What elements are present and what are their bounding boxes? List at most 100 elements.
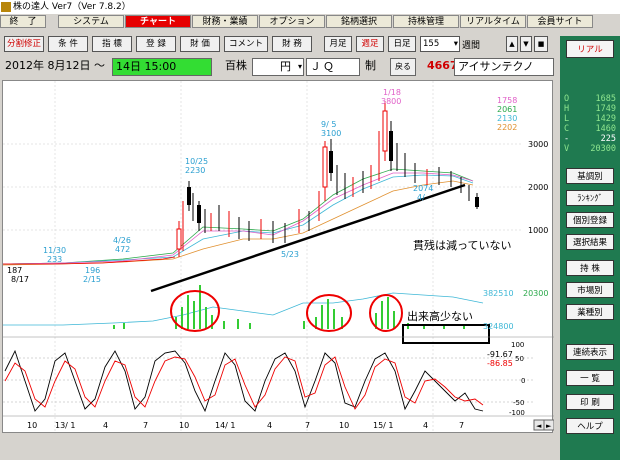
ma-value-2: 2061 bbox=[497, 105, 517, 114]
volume-highlight-3 bbox=[369, 294, 403, 332]
annot-5-23: 5/23 bbox=[281, 250, 299, 259]
currency-select[interactable]: 円 ▾ bbox=[252, 58, 304, 76]
individual-register-button[interactable]: 個別登録 bbox=[566, 212, 614, 228]
annot-187: 187 bbox=[7, 266, 22, 275]
x-tick-11: 7 bbox=[459, 421, 464, 430]
market-label: ＪＱ bbox=[306, 58, 360, 76]
ranking-button[interactable]: ﾗﾝｷﾝｸﾞ bbox=[566, 190, 614, 206]
price-tick-1000: 1000 bbox=[528, 226, 548, 235]
date-to: 14日 15:00 bbox=[112, 58, 212, 76]
chevron-down-icon: ▾ bbox=[453, 39, 458, 49]
osc-value-1: -91.67 bbox=[487, 350, 513, 359]
continuous-display-button[interactable]: 連続表示 bbox=[566, 344, 614, 360]
unit-label: 百株 bbox=[225, 59, 247, 72]
x-tick-4: 10 bbox=[179, 421, 189, 430]
x-tick-8: 10 bbox=[339, 421, 349, 430]
x-tick-2: 4 bbox=[103, 421, 108, 430]
currency-value: 円 bbox=[280, 60, 291, 73]
osc-value-2: -86.85 bbox=[487, 359, 513, 368]
menu-member-site[interactable]: 会員サイト bbox=[527, 15, 593, 28]
type-label: 制 bbox=[365, 59, 376, 72]
holdings-button[interactable]: 持 株 bbox=[566, 260, 614, 276]
price-tick-3000: 3000 bbox=[528, 140, 548, 149]
register-button[interactable]: 登 録 bbox=[136, 36, 176, 52]
scroll-down-icon[interactable]: ▼ bbox=[520, 36, 532, 52]
annot-2-15: 2/15 bbox=[83, 275, 101, 284]
oscillator-red bbox=[4, 356, 484, 410]
finance-button[interactable]: 財 務 bbox=[272, 36, 312, 52]
ma-line-orange bbox=[2, 180, 474, 266]
ma-value-1: 1758 bbox=[497, 96, 517, 105]
app-icon bbox=[1, 2, 11, 12]
window-title: 株の達人 Ver7（Ver 7.8.2） bbox=[13, 2, 131, 12]
x-tick-7: 7 bbox=[305, 421, 310, 430]
price-button[interactable]: 財 価 bbox=[180, 36, 220, 52]
chevron-down-icon: ▾ bbox=[297, 62, 302, 71]
annot-4-26: 4/26 bbox=[113, 236, 131, 245]
weekly-button[interactable]: 週足 bbox=[356, 36, 384, 52]
osc-tick-0: 0 bbox=[521, 377, 525, 385]
annot-3800: 3800 bbox=[381, 97, 401, 106]
x-tick-3: 7 bbox=[143, 421, 148, 430]
stock-name: アイサンテクノ bbox=[454, 58, 554, 76]
osc-tick-50: 50 bbox=[515, 355, 524, 363]
annot-10-25: 10/25 bbox=[185, 157, 208, 166]
osc-tick-m50: -50 bbox=[513, 399, 524, 407]
annot-9-5: 9/ 5 bbox=[321, 120, 336, 129]
ma-line-pink bbox=[2, 172, 474, 265]
date-from: 2012年 8月12日 ～ bbox=[5, 59, 105, 72]
low-volume-box bbox=[402, 324, 490, 344]
x-tick-10: 4 bbox=[423, 421, 428, 430]
menu-exit[interactable]: 終 了 bbox=[0, 15, 46, 28]
menu-finance[interactable]: 財務・業績 bbox=[192, 15, 258, 28]
split-adjust-button[interactable]: 分割修正 bbox=[4, 36, 44, 52]
daily-button[interactable]: 日足 bbox=[388, 36, 416, 52]
ma-value-4: 2202 bbox=[497, 123, 517, 132]
close-icon[interactable]: ■ bbox=[534, 36, 548, 52]
indicator-button[interactable]: 指 標 bbox=[92, 36, 132, 52]
trend-button[interactable]: 基調別 bbox=[566, 168, 614, 184]
info-bar: 2012年 8月12日 ～ 14日 15:00 百株 円 ▾ ＪＱ 制 戻る 46… bbox=[0, 58, 560, 78]
comment-button[interactable]: コメント bbox=[224, 36, 268, 52]
title-bar: 株の達人 Ver7（Ver 7.8.2） bbox=[0, 0, 620, 14]
ma-line-green bbox=[2, 168, 474, 265]
market-button[interactable]: 市場別 bbox=[566, 282, 614, 298]
realtime-button[interactable]: リアル bbox=[566, 40, 614, 58]
note-zandaka: 貫残は減っていない bbox=[413, 238, 511, 252]
stock-code: 4667 bbox=[427, 59, 458, 72]
volume-value-3: 324800 bbox=[483, 322, 514, 331]
list-button[interactable]: 一 覧 bbox=[566, 370, 614, 386]
back-button[interactable]: 戻る bbox=[390, 58, 416, 76]
menu-realtime[interactable]: リアルタイム bbox=[460, 15, 526, 28]
menu-chart[interactable]: チャート bbox=[125, 15, 191, 28]
ma-line-cyan bbox=[2, 174, 474, 265]
print-button[interactable]: 印 刷 bbox=[566, 394, 614, 410]
menu-stock-select[interactable]: 銘柄選択 bbox=[326, 15, 392, 28]
help-button[interactable]: ヘルプ bbox=[566, 418, 614, 434]
menu-holdings[interactable]: 持株管理 bbox=[393, 15, 459, 28]
monthly-button[interactable]: 月足 bbox=[324, 36, 352, 52]
chart-area: 3000 2000 1000 1758 2061 2130 2202 10/25… bbox=[2, 80, 555, 434]
osc-tick-100: 100 bbox=[511, 341, 524, 349]
note-volume: 出来高少ない bbox=[407, 309, 473, 323]
volume-value-2: 20300 bbox=[523, 289, 548, 298]
period-value: 155 bbox=[423, 39, 440, 49]
sector-button[interactable]: 業種別 bbox=[566, 304, 614, 320]
annot-8-17: 8/17 bbox=[11, 275, 29, 284]
menu-system[interactable]: システム bbox=[58, 15, 124, 28]
annot-196: 196 bbox=[85, 266, 100, 275]
right-sidebar: リアル O 1685 H 1749 L 1429 C 1460 -225 V 20300 … bbox=[560, 36, 620, 460]
menu-options[interactable]: オプション bbox=[259, 15, 325, 28]
annot-2074: 2074 bbox=[413, 184, 433, 193]
x-tick-5: 14/ 1 bbox=[215, 421, 236, 430]
x-tick-6: 4 bbox=[267, 421, 272, 430]
selection-result-button[interactable]: 選択結果 bbox=[566, 234, 614, 250]
period-unit: 週間 bbox=[462, 41, 481, 51]
period-select[interactable]: 155 ▾ bbox=[420, 36, 460, 52]
condition-button[interactable]: 条 件 bbox=[48, 36, 88, 52]
annot-2230: 2230 bbox=[185, 166, 205, 175]
x-tick-9: 15/ 1 bbox=[373, 421, 394, 430]
scroll-up-icon[interactable]: ▲ bbox=[506, 36, 518, 52]
toolbar: 分割修正 条 件 指 標 登 録 財 価 コメント 財 務 月足 週足 日足 1… bbox=[0, 36, 560, 52]
x-tick-0: 10 bbox=[27, 421, 37, 430]
